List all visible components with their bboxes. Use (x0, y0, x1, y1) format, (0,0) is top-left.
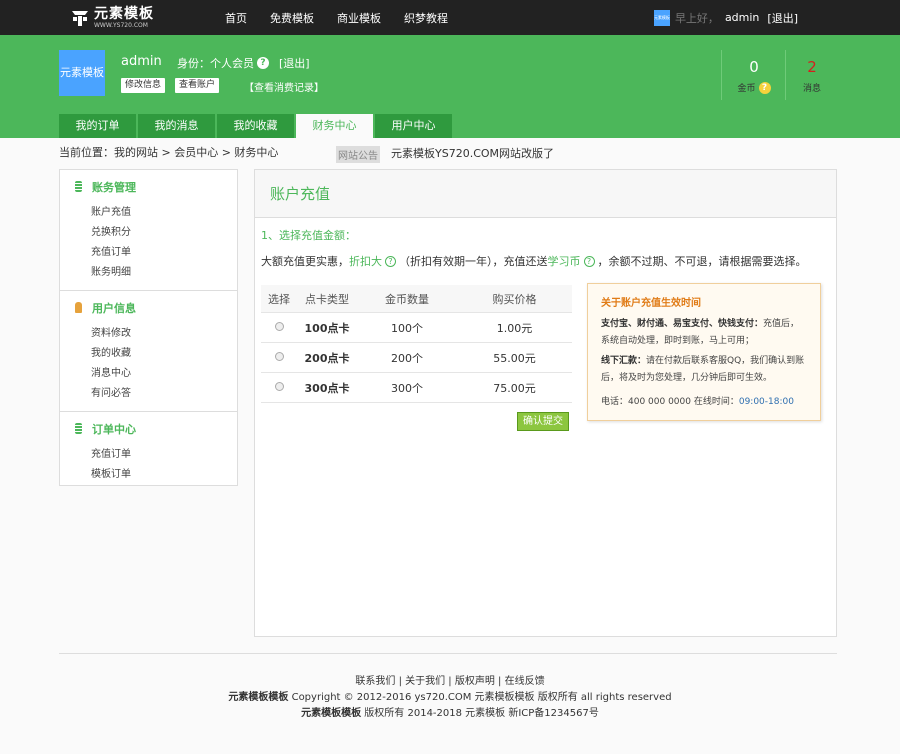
nav-home[interactable]: 首页 (225, 10, 247, 26)
coins-stat[interactable]: 0 金币 ? (724, 58, 784, 94)
footer-divider (59, 653, 837, 654)
avatar[interactable]: 元素模板 (59, 50, 105, 96)
submit-button[interactable]: 确认提交 (517, 412, 569, 431)
info-contact: 电话：400 000 0000 在线时间：09:00-18:00 (601, 397, 794, 407)
messages-count: 2 (807, 58, 817, 76)
coin-amount: 300个 (391, 381, 423, 395)
sidebar-group-title: 账务管理 (60, 170, 237, 203)
info-title: 关于账户充值生效时间 (601, 298, 701, 309)
footer: 联系我们 | 关于我们 | 版权声明 | 在线反馈 元素模板模板 Copyrig… (0, 674, 900, 722)
col-coin-amount: 金币数量 (385, 292, 429, 306)
recharge-description: 大额充值更实惠， 折扣大 ? （折扣有效期一年），充值还送 学习币 ? ，余额不… (261, 255, 807, 268)
study-coin-help-icon[interactable]: ? (583, 255, 595, 267)
tab-finance-center[interactable]: 财务中心 (296, 114, 373, 138)
recharge-info-box: 关于账户充值生效时间 支付宝、财付通、易宝支付、快钱支付：充值后，系统自动处理，… (587, 283, 821, 421)
logo-icon (72, 11, 88, 26)
sidebar-item-message-center[interactable]: 消息中心 (60, 364, 237, 384)
col-price: 购买价格 (492, 292, 537, 306)
coins-label: 金币 (737, 84, 756, 94)
footer-links[interactable]: 联系我们 | 关于我们 | 版权声明 | 在线反馈 (0, 674, 900, 690)
greeting: 早上好， (674, 11, 719, 25)
tab-my-favorites[interactable]: 我的收藏 (217, 114, 294, 138)
notice-tag: 网站公告 (336, 146, 380, 163)
coin-amount: 200个 (391, 351, 423, 365)
edit-info-button[interactable]: 修改信息 (121, 78, 166, 93)
notice-text[interactable]: 元素模板YS720.COM网站改版了 (391, 145, 554, 161)
sidebar-group-orders: 订单中心 充值订单 模板订单 (60, 412, 237, 492)
sidebar-group-title: 用户信息 (60, 291, 237, 324)
coins-stack-icon (75, 181, 82, 192)
user-icon (75, 302, 82, 313)
messages-stat[interactable]: 2 消息 (782, 58, 842, 94)
panel-title: 账户充值 (255, 170, 836, 218)
sidebar-item-recharge[interactable]: 账户充值 (60, 203, 237, 223)
sidebar-item-recharge-orders[interactable]: 充值订单 (60, 243, 237, 263)
nav-free-templates[interactable]: 免费模板 (270, 10, 314, 26)
member-name: admin (121, 54, 162, 69)
card-type: 200点卡 (304, 351, 350, 365)
tab-user-center[interactable]: 用户中心 (375, 114, 452, 138)
tab-my-orders[interactable]: 我的订单 (59, 114, 136, 138)
footer-icp: 元素模板模板 版权所有 2014-2018 元素模板 新ICP备1234567号 (301, 708, 599, 719)
table-row[interactable]: 100点卡 100个 1.00元 (261, 313, 572, 343)
header-logout-link[interactable]: [退出] (279, 55, 310, 71)
nav-commercial-templates[interactable]: 商业模板 (337, 10, 381, 26)
sidebar-group-finance: 账务管理 账户充值 兑换积分 充值订单 账务明细 (60, 170, 237, 291)
top-username[interactable]: admin (725, 11, 759, 24)
top-user-area: 元素模板 早上好， admin [退出] (653, 0, 900, 35)
card-radio[interactable] (274, 352, 284, 361)
table-header-row: 选择 点卡类型 金币数量 购买价格 (261, 285, 572, 313)
help-icon[interactable]: ? (257, 57, 269, 69)
sidebar-item-template-orders[interactable]: 模板订单 (60, 465, 237, 485)
sidebar-group-title: 订单中心 (60, 412, 237, 445)
member-tabs: 我的订单 我的消息 我的收藏 财务中心 用户中心 (59, 114, 454, 138)
logo-name: 元素模板 (94, 6, 154, 22)
footer-copyright: 元素模板模板 Copyright © 2012-2016 ys720.COM 元… (228, 692, 672, 703)
coins-count: 0 (749, 58, 759, 76)
top-bar: 元素模板 WWW.YS720.COM 首页 免费模板 商业模板 织梦教程 元素模… (0, 0, 900, 35)
table-row[interactable]: 300点卡 300个 75.00元 (261, 373, 572, 403)
coins-help-icon[interactable]: ? (758, 81, 771, 94)
sidebar-group-user-info: 用户信息 资料修改 我的收藏 消息中心 有问必答 (60, 291, 237, 412)
top-logout-link[interactable]: [退出] (767, 10, 798, 26)
sidebar-item-edit-profile[interactable]: 资料修改 (60, 324, 237, 344)
header-divider (721, 50, 722, 100)
card-price: 55.00元 (493, 351, 536, 365)
top-nav: 首页 免费模板 商业模板 织梦教程 (225, 0, 471, 35)
logo-url: WWW.YS720.COM (94, 22, 148, 29)
step-label: 1、选择充值金额： (261, 229, 356, 242)
info-offline-payment: 线下汇款：请在付款后联系客服QQ，我们确认到账后，将及时为您处理，几分钟后即可生… (601, 356, 805, 383)
discount-help-icon[interactable]: ? (385, 255, 396, 267)
sidebar-item-exchange-points[interactable]: 兑换积分 (60, 223, 237, 243)
col-card-type: 点卡类型 (305, 292, 349, 306)
card-radio[interactable] (274, 382, 284, 391)
sidebar-item-favorites[interactable]: 我的收藏 (60, 344, 237, 364)
member-role: 身份：个人会员 ? (177, 55, 269, 71)
card-radio[interactable] (274, 322, 284, 331)
sidebar-item-recharge-orders[interactable]: 充值订单 (60, 445, 237, 465)
tab-my-messages[interactable]: 我的消息 (138, 114, 215, 138)
view-account-button[interactable]: 查看账户 (175, 78, 220, 93)
consumption-record-link[interactable]: 【查看消费记录】 (244, 79, 324, 94)
recharge-table: 选择 点卡类型 金币数量 购买价格 100点卡 100个 1.00元 200点卡… (261, 285, 572, 403)
card-price: 75.00元 (493, 381, 536, 395)
sidebar-item-qa[interactable]: 有问必答 (60, 384, 237, 404)
mini-avatar[interactable]: 元素模板 (653, 9, 670, 26)
card-type: 100点卡 (304, 321, 350, 335)
coin-amount: 100个 (391, 321, 423, 335)
recharge-panel: 账户充值 1、选择充值金额： 大额充值更实惠， 折扣大 ? （折扣有效期一年），… (254, 169, 837, 637)
card-price: 1.00元 (496, 321, 533, 335)
site-logo[interactable]: 元素模板 WWW.YS720.COM (70, 5, 154, 31)
card-type: 300点卡 (304, 381, 350, 395)
nav-tutorials[interactable]: 织梦教程 (404, 10, 448, 26)
order-icon (75, 423, 82, 434)
info-online-payment: 支付宝、财付通、易宝支付、快钱支付：充值后，系统自动处理，即时到账，马上可用； (601, 319, 800, 346)
table-row[interactable]: 200点卡 200个 55.00元 (261, 343, 572, 373)
breadcrumb: 当前位置：我的网站 > 会员中心 > 财务中心 (59, 146, 279, 159)
messages-label: 消息 (802, 84, 821, 94)
sidebar: 账务管理 账户充值 兑换积分 充值订单 账务明细 用户信息 资料修改 我的收藏 … (59, 169, 238, 486)
sidebar-item-account-details[interactable]: 账务明细 (60, 263, 237, 283)
member-role-text: 身份：个人会员 (177, 57, 254, 70)
col-select: 选择 (268, 292, 290, 306)
